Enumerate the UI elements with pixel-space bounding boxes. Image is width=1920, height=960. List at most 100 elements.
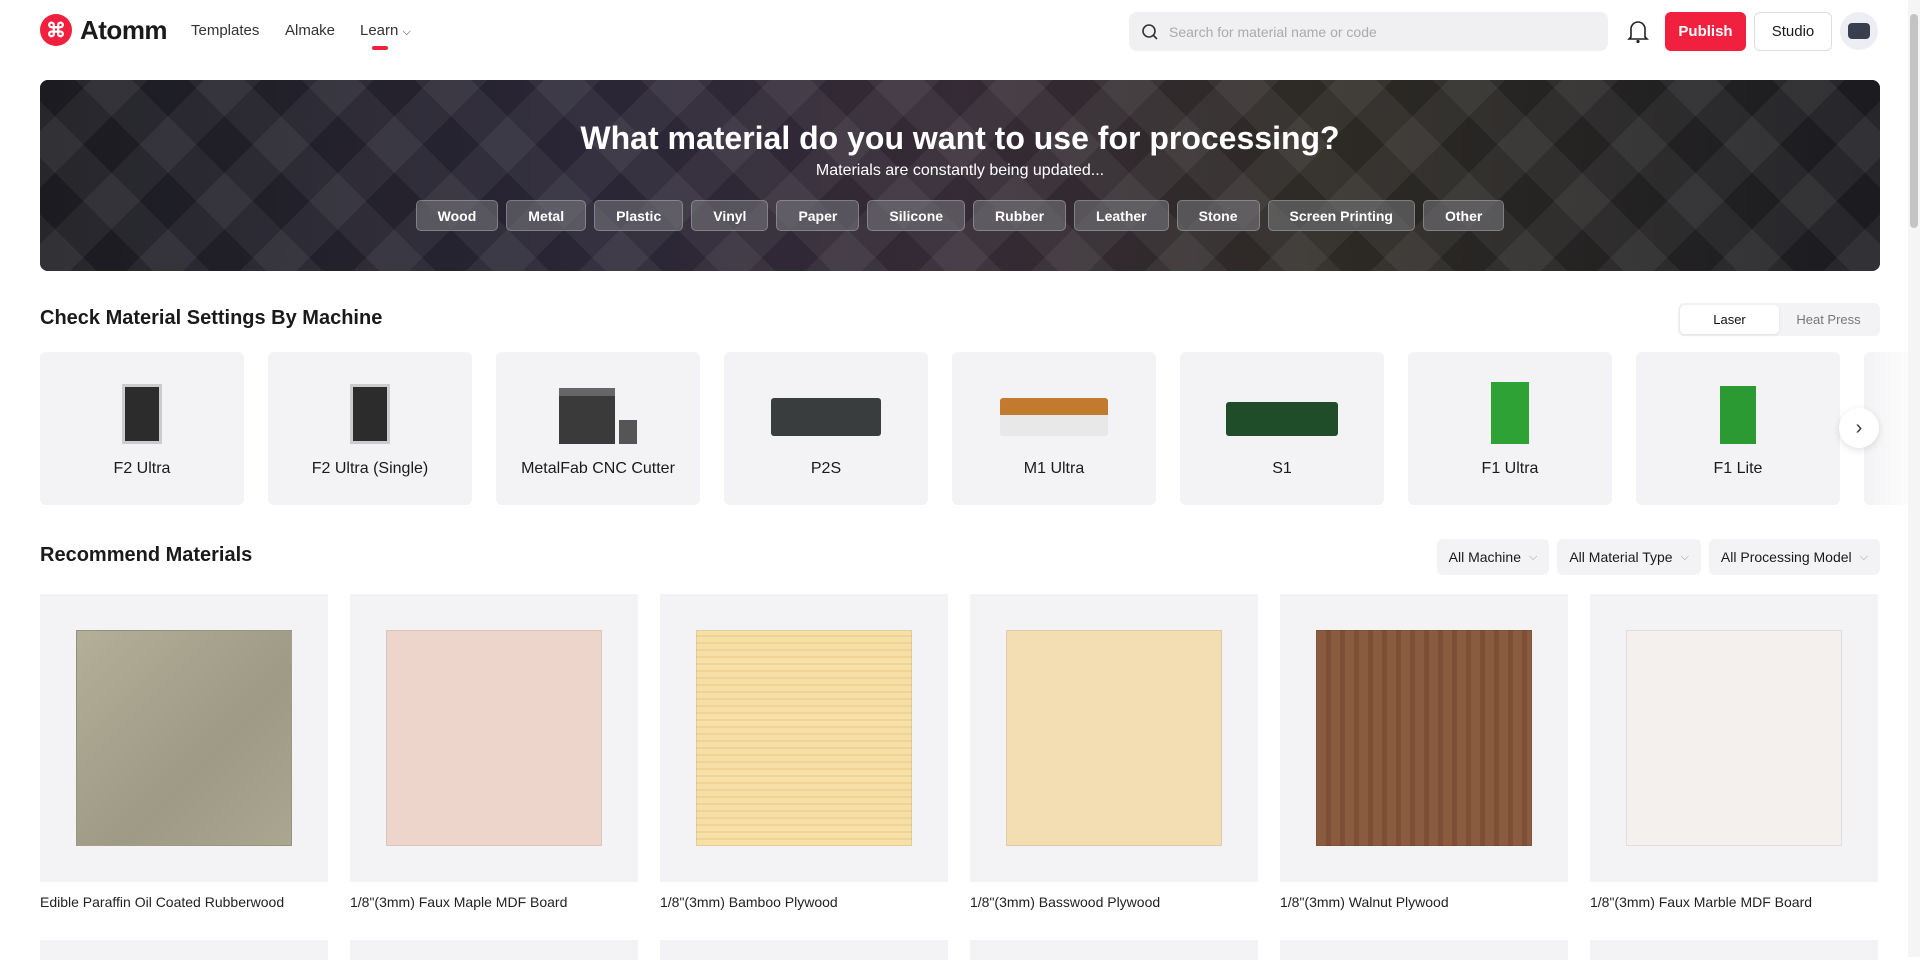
material-card[interactable] [1590, 940, 1878, 960]
machine-card[interactable]: F2 Ultra [40, 352, 244, 505]
machine-image [350, 382, 390, 444]
filter-label: All Processing Model [1720, 549, 1852, 565]
machine-card[interactable]: F2 Ultra (Single) [268, 352, 472, 505]
chip-leather[interactable]: Leather [1074, 200, 1169, 231]
material-card[interactable] [40, 940, 328, 960]
chip-stone[interactable]: Stone [1176, 200, 1260, 231]
machine-type-toggle: Laser Heat Press [1678, 303, 1880, 336]
filter-bar: All Machine ⌵ All Material Type ⌵ All Proc… [1436, 539, 1880, 575]
chip-other[interactable]: Other [1422, 200, 1505, 231]
machine-card[interactable]: MetalFab CNC Cutter [496, 352, 700, 505]
recommend-section-title: Recommend Materials [40, 544, 253, 566]
carousel-next-button[interactable]: › [1839, 408, 1879, 448]
robot-avatar-icon [1848, 23, 1870, 39]
atomm-logo[interactable]: ⌘ Atomm [40, 14, 168, 46]
filter-material-type[interactable]: All Material Type ⌵ [1557, 539, 1701, 575]
chip-metal[interactable]: Metal [506, 200, 587, 231]
material-image [1590, 594, 1878, 882]
filter-processing-model[interactable]: All Processing Model ⌵ [1708, 539, 1880, 575]
chevron-right-icon: › [1855, 416, 1863, 439]
scrollbar-thumb[interactable] [1910, 14, 1918, 228]
filter-label: All Material Type [1569, 549, 1673, 565]
atomm-logo-icon: ⌘ [40, 14, 72, 46]
machine-card[interactable]: F1 Ultra [1408, 352, 1612, 505]
machine-image [1000, 382, 1108, 444]
material-swatch [1626, 630, 1842, 846]
machine-card[interactable]: P2S [724, 352, 928, 505]
machine-name: S1 [1272, 460, 1292, 477]
material-image [350, 594, 638, 882]
material-name: 1/8"(3mm) Faux Maple MDF Board [350, 894, 568, 910]
material-card[interactable]: 1/8"(3mm) Basswood Plywood [970, 594, 1258, 910]
material-name: 1/8"(3mm) Faux Marble MDF Board [1590, 894, 1813, 910]
machine-name: M1 Ultra [1023, 460, 1085, 477]
machine-carousel: F2 Ultra F2 Ultra (Single) MetalFab CNC … [40, 352, 1920, 505]
material-name: 1/8"(3mm) Bamboo Plywood [660, 894, 838, 910]
toggle-heat-press[interactable]: Heat Press [1779, 305, 1878, 334]
machine-card[interactable]: S1 [1180, 352, 1384, 505]
material-image [1280, 594, 1568, 882]
machine-image [771, 382, 881, 444]
filter-machine[interactable]: All Machine ⌵ [1436, 539, 1550, 575]
machine-image [1720, 382, 1756, 444]
chip-screen-printing[interactable]: Screen Printing [1267, 200, 1415, 231]
chip-vinyl[interactable]: Vinyl [691, 200, 769, 231]
material-image [40, 594, 328, 882]
toggle-laser[interactable]: Laser [1680, 305, 1779, 334]
search-bar[interactable] [1129, 12, 1608, 51]
machine-name: MetalFab CNC Cutter [521, 460, 675, 477]
machine-image [559, 382, 637, 444]
nav-almake[interactable]: Almake [285, 22, 335, 39]
material-swatch [386, 630, 602, 846]
material-card[interactable]: 1/8"(3mm) Bamboo Plywood [660, 594, 948, 910]
machine-name: F2 Ultra [113, 460, 171, 477]
material-card[interactable] [970, 940, 1258, 960]
chip-plastic[interactable]: Plastic [594, 200, 684, 231]
studio-button[interactable]: Studio [1754, 12, 1832, 51]
machine-name: P2S [810, 460, 842, 477]
nav-templates[interactable]: Templates [191, 22, 259, 39]
machine-image [1491, 382, 1529, 444]
material-image [660, 594, 948, 882]
material-card[interactable] [1280, 940, 1568, 960]
material-chips: Wood Metal Plastic Vinyl Paper Silicone … [40, 200, 1880, 231]
active-nav-indicator [372, 46, 388, 50]
machine-name: F1 Ultra [1481, 460, 1539, 477]
nav-learn[interactable]: Learn ⌵ [360, 22, 411, 39]
machine-card[interactable]: F1 Lite [1636, 352, 1840, 505]
banner-title: What material do you want to use for pro… [580, 120, 1340, 156]
filter-label: All Machine [1448, 549, 1521, 565]
machine-image [122, 382, 162, 444]
material-card[interactable]: Edible Paraffin Oil Coated Rubberwood [40, 594, 328, 910]
avatar[interactable] [1840, 12, 1878, 50]
chip-rubber[interactable]: Rubber [973, 200, 1067, 231]
chip-silicone[interactable]: Silicone [867, 200, 966, 231]
machine-section-title: Check Material Settings By Machine [40, 307, 383, 329]
chip-paper[interactable]: Paper [776, 200, 860, 231]
machine-card[interactable]: M1 Ultra [952, 352, 1156, 505]
material-name: 1/8"(3mm) Walnut Plywood [1280, 894, 1449, 910]
bell-icon[interactable] [1627, 18, 1649, 44]
material-name: Edible Paraffin Oil Coated Rubberwood [40, 894, 285, 910]
machine-name: F1 Lite [1713, 460, 1763, 477]
hero-banner: What material do you want to use for pro… [40, 80, 1880, 271]
material-card[interactable]: 1/8"(3mm) Faux Maple MDF Board [350, 594, 638, 910]
publish-button[interactable]: Publish [1665, 12, 1746, 51]
material-name: 1/8"(3mm) Basswood Plywood [970, 894, 1161, 910]
material-grid-row-2 [40, 940, 1878, 960]
material-card[interactable]: 1/8"(3mm) Walnut Plywood [1280, 594, 1568, 910]
search-input[interactable] [1169, 23, 1589, 40]
chevron-down-icon: ⌵ [1529, 550, 1538, 563]
brand-name: Atomm [80, 14, 168, 45]
chip-wood[interactable]: Wood [415, 200, 499, 231]
search-icon [1142, 23, 1158, 40]
material-swatch [696, 630, 912, 846]
chevron-down-icon: ⌵ [1859, 550, 1868, 563]
material-swatch [76, 630, 292, 846]
material-card[interactable] [660, 940, 948, 960]
material-card[interactable]: 1/8"(3mm) Faux Marble MDF Board [1590, 594, 1878, 910]
machine-image [1226, 382, 1338, 444]
material-card[interactable] [350, 940, 638, 960]
banner-subtitle: Materials are constantly being updated..… [815, 162, 1105, 179]
chevron-down-icon: ⌵ [1680, 550, 1689, 563]
